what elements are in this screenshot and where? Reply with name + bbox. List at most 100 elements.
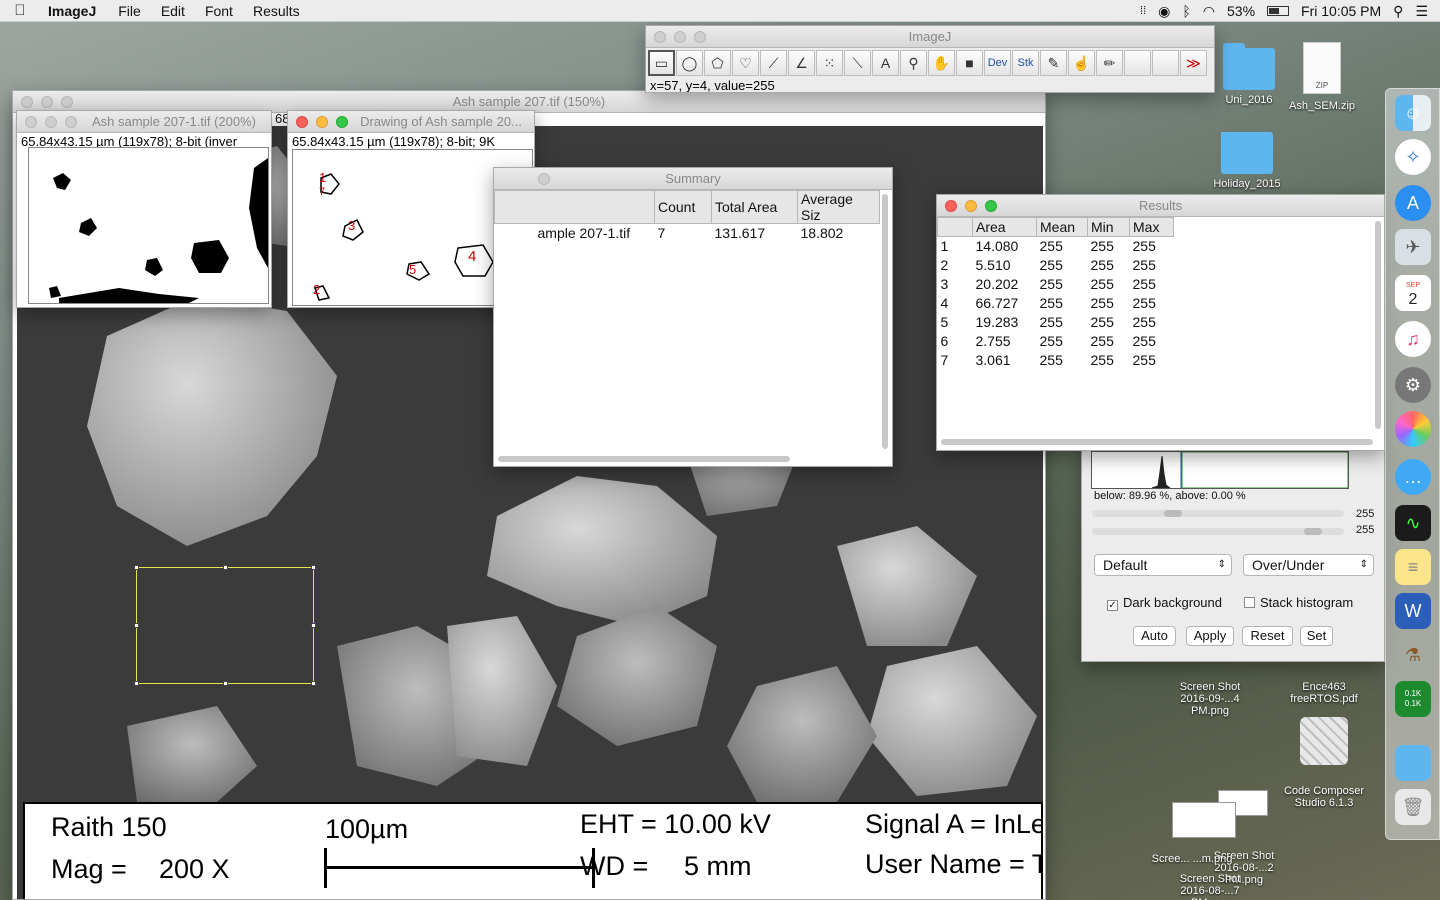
desktop-file-ash-sem-zip[interactable]: ZIP Ash_SEM.zip	[1272, 42, 1372, 112]
brush-tool-icon[interactable]: ✎	[1040, 50, 1067, 76]
screenshot-thumbnail-b[interactable]	[1172, 802, 1236, 838]
battery-icon[interactable]	[1267, 6, 1290, 16]
table-row[interactable]: 3 20.202 255 255 255	[938, 275, 1174, 294]
desktop-file-ence463[interactable]: Ence463 freeRTOS.pdf	[1274, 669, 1374, 705]
window-titlebar[interactable]: Results	[937, 195, 1384, 217]
battery-percent[interactable]: 53%	[1227, 3, 1255, 19]
roi-handle[interactable]	[134, 623, 139, 628]
minimize-button[interactable]	[316, 116, 328, 128]
roi-handle[interactable]	[134, 681, 139, 686]
close-button[interactable]	[654, 31, 666, 43]
notification-center-icon[interactable]: ☰	[1415, 3, 1428, 20]
column-header[interactable]: Total Area	[711, 190, 798, 224]
zoom-button[interactable]	[336, 116, 348, 128]
column-header[interactable]: Mean	[1036, 217, 1088, 237]
column-header[interactable]: Min	[1087, 217, 1130, 237]
wifi-icon[interactable]: ◠	[1203, 3, 1215, 20]
column-header[interactable]: Average Siz	[797, 190, 880, 224]
rectangle-roi-selection[interactable]	[134, 565, 316, 686]
stack-histogram-checkbox[interactable]: Stack histogram	[1244, 595, 1353, 610]
max-threshold-slider[interactable]	[1092, 528, 1344, 535]
horizontal-scrollbar[interactable]	[498, 456, 790, 462]
zoom-button[interactable]	[65, 116, 77, 128]
calendar-icon[interactable]: SEP 2	[1395, 275, 1431, 311]
developer-menu-icon[interactable]: Dev	[984, 50, 1011, 76]
horizontal-scrollbar[interactable]	[941, 439, 1373, 445]
table-row[interactable]: 2 5.510 255 255 255	[938, 256, 1174, 275]
desktop-folder-holiday-2015[interactable]: Holiday_2015	[1197, 132, 1297, 194]
window-titlebar[interactable]: ImageJ	[646, 26, 1214, 48]
menu-font[interactable]: Font	[195, 3, 243, 19]
desktop-app-code-composer[interactable]: Code Composer Studio 6.1.3	[1274, 705, 1374, 809]
app-store-icon[interactable]: A	[1395, 185, 1431, 221]
close-button[interactable]	[538, 173, 550, 185]
freehand-tool-icon[interactable]: ♡	[732, 50, 759, 76]
roi-handle[interactable]	[223, 681, 228, 686]
notes-icon[interactable]: ≡	[1395, 549, 1431, 585]
slider-knob[interactable]	[1304, 528, 1322, 535]
column-header[interactable]: Area	[972, 217, 1037, 237]
downloads-folder-icon[interactable]	[1395, 745, 1431, 781]
itunes-icon[interactable]: ♫	[1395, 321, 1431, 357]
menu-file[interactable]: File	[108, 3, 151, 19]
word-icon[interactable]: W	[1395, 593, 1431, 629]
minimize-button[interactable]	[965, 200, 977, 212]
microscope-icon[interactable]: ⚗	[1395, 637, 1431, 673]
window-titlebar[interactable]: Drawing of Ash sample 20...	[288, 111, 534, 133]
roi-handle[interactable]	[311, 681, 316, 686]
close-button[interactable]	[296, 116, 308, 128]
messages-icon[interactable]: …	[1395, 459, 1431, 495]
table-row[interactable]: ample 207-1.tif 7 131.617 18.802	[495, 224, 880, 243]
photos-icon[interactable]	[1395, 411, 1431, 447]
safari-icon[interactable]: ✧	[1395, 139, 1431, 175]
table-row[interactable]: 1 14.080 255 255 255	[938, 237, 1174, 256]
polygon-tool-icon[interactable]: ⬠	[704, 50, 731, 76]
desktop-file-screenshot-1[interactable]: Screen Shot 2016-09-...4 PM.png	[1160, 669, 1260, 717]
menu-app-name[interactable]: ImageJ	[40, 3, 108, 19]
table-row[interactable]: 5 19.283 255 255 255	[938, 313, 1174, 332]
checkbox-unchecked-icon[interactable]	[1244, 597, 1255, 608]
zoom-button[interactable]	[985, 200, 997, 212]
ash-sample-window[interactable]: Ash sample 207-1.tif (200%) 65.84x43.15 …	[16, 110, 272, 308]
min-threshold-slider[interactable]	[1092, 510, 1344, 517]
zoom-button[interactable]	[61, 96, 73, 108]
zoom-button[interactable]	[694, 31, 706, 43]
dark-background-checkbox[interactable]: ✓ Dark background	[1107, 595, 1222, 611]
wand-tool-icon[interactable]: ⟍	[844, 50, 871, 76]
clock[interactable]: Fri 10:05 PM	[1301, 3, 1381, 19]
table-row[interactable]: 4 66.727 255 255 255	[938, 294, 1174, 313]
bluetooth-icon[interactable]: ᛒ	[1182, 3, 1190, 19]
column-header[interactable]	[494, 190, 655, 224]
desktop-file-screenshot-3[interactable]: Screen Shot 2016-08-...7 PM.png	[1160, 861, 1260, 900]
preview-icon[interactable]: ✈	[1395, 229, 1431, 265]
close-button[interactable]	[945, 200, 957, 212]
magnifier-tool-icon[interactable]: ⚲	[900, 50, 927, 76]
dots-status-icon[interactable]: ⁞⁞	[1140, 5, 1146, 17]
auto-button[interactable]: Auto	[1133, 626, 1176, 646]
imagej-toolbar-window[interactable]: ImageJ ▭ ◯ ⬠ ♡ ⟋ ∠ ⁙ ⟍ A ⚲ ✋ ■ Dev Stk ✎…	[645, 25, 1215, 93]
threshold-method-select[interactable]: Default ⇕	[1094, 554, 1232, 576]
table-row[interactable]: 7 3.061 255 255 255	[938, 351, 1174, 370]
window-titlebar[interactable]: Ash sample 207-1.tif (200%)	[17, 111, 271, 133]
minimize-button[interactable]	[674, 31, 686, 43]
spotlight-search-icon[interactable]: ⚲	[1393, 3, 1403, 20]
angle-tool-icon[interactable]: ∠	[788, 50, 815, 76]
results-window[interactable]: Results Area Mean Min Max 1 14.080 255 255 2…	[936, 194, 1385, 451]
set-button[interactable]: Set	[1300, 626, 1333, 646]
threshold-mode-select[interactable]: Over/Under ⇕	[1243, 554, 1374, 576]
more-tools-icon[interactable]: ≫	[1180, 50, 1207, 76]
threshold-window[interactable]: below: 89.96 %, above: 0.00 % 255 255 De…	[1081, 440, 1385, 662]
column-header[interactable]: Count	[654, 190, 712, 224]
apple-menu-icon[interactable]: 	[0, 2, 40, 19]
vertical-scrollbar[interactable]	[1375, 221, 1381, 429]
oval-tool-icon[interactable]: ◯	[676, 50, 703, 76]
close-button[interactable]	[21, 96, 33, 108]
line-tool-icon[interactable]: ⟋	[760, 50, 787, 76]
system-preferences-icon[interactable]: ⚙	[1395, 367, 1431, 403]
binary-image-canvas[interactable]	[28, 147, 269, 304]
column-header[interactable]: Max	[1129, 217, 1174, 237]
pencil-tool-icon[interactable]: ✏	[1096, 50, 1123, 76]
trash-icon[interactable]: 🗑	[1395, 789, 1431, 825]
table-row[interactable]: 6 2.755 255 255 255	[938, 332, 1174, 351]
window-titlebar[interactable]: Summary	[494, 168, 892, 190]
